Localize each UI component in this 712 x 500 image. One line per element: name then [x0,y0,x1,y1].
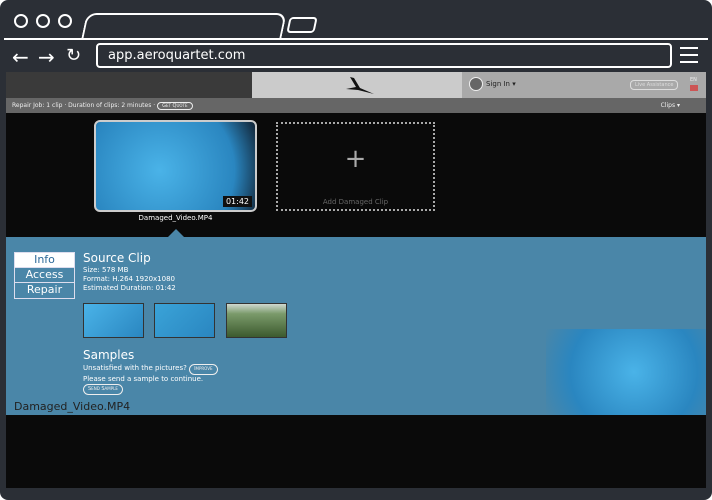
clip-format: Format: H.264 1920x1080 [83,275,175,283]
sample-thumbnail[interactable] [83,303,144,338]
improve-button[interactable]: Improve [189,364,218,375]
user-avatar-icon[interactable] [469,77,483,91]
us-flag-icon[interactable] [690,85,698,91]
repair-job-bar: Repair Job: 1 clip · Duration of clips: … [6,98,706,113]
hamburger-menu-icon[interactable] [680,47,698,68]
sign-in-menu[interactable]: Sign In ▾ [486,80,516,88]
tab-info[interactable]: Info [15,253,74,268]
browser-tab[interactable] [81,13,287,39]
clip-info-panel: Info Access Repair Source Clip Size: 578… [6,237,706,415]
clip-duration: 01:42 [222,196,252,207]
minimize-window-button[interactable] [36,14,50,28]
reload-icon[interactable]: ↻ [66,45,81,66]
close-window-button[interactable] [14,14,28,28]
address-bar[interactable]: app.aeroquartet.com [96,43,672,68]
language-selector[interactable]: EN [690,77,697,83]
unsatisfied-text: Unsatisfied with the pictures? [83,364,187,372]
plus-icon: + [344,144,367,174]
clip-name: Damaged_Video.MP4 [138,214,213,222]
live-assistance-button[interactable]: Live Assistance [630,80,679,90]
clip-size: Size: 578 MB [83,266,129,274]
web-page: Sign In ▾ Live Assistance EN Repair Job:… [6,72,706,488]
clips-menu[interactable]: Clips ▾ [661,102,680,109]
send-sample-prompt: Please send a sample to continue. [83,375,204,383]
add-clip-label: Add Damaged Clip [322,198,389,206]
source-clip-heading: Source Clip [83,251,151,265]
panel-tabs: Info Access Repair [14,252,75,299]
new-tab-button[interactable] [286,17,318,33]
preview-image [546,329,706,415]
forward-arrow-icon[interactable]: → [38,45,55,69]
sample-thumbnail[interactable] [226,303,287,338]
send-sample-button[interactable]: Send Sample [83,384,123,395]
add-damaged-clip-button[interactable]: + Add Damaged Clip [276,122,435,211]
window-controls [14,14,72,28]
bird-logo-icon [346,77,374,94]
clip-estimated-duration: Estimated Duration: 01:42 [83,284,176,292]
panel-filename: Damaged_Video.MP4 [14,400,131,413]
maximize-window-button[interactable] [58,14,72,28]
clip-thumbnail[interactable]: 01:42 [94,120,257,212]
samples-heading: Samples [83,348,135,362]
site-header: Sign In ▾ Live Assistance EN [6,72,706,98]
logo-area[interactable] [252,72,462,98]
tab-access[interactable]: Access [15,268,74,283]
selection-pointer [168,229,184,237]
tab-repair[interactable]: Repair [15,283,74,298]
sample-thumbnail[interactable] [154,303,215,338]
get-quote-button[interactable]: Get Quote [157,102,193,110]
repair-job-summary: Repair Job: 1 clip · Duration of clips: … [12,102,156,109]
back-arrow-icon[interactable]: ← [12,45,29,69]
browser-window: ← → ↻ app.aeroquartet.com Sign In ▾ Live… [0,0,712,500]
